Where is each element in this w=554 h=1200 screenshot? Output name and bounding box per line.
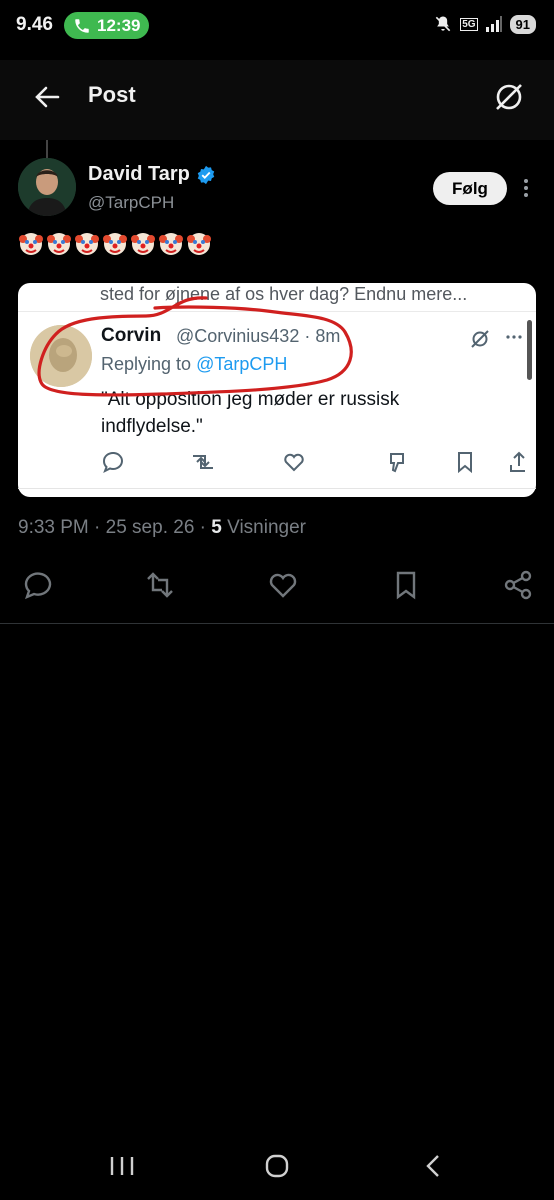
clown-emoji-icon [103, 233, 127, 255]
clown-emoji-icon [47, 233, 71, 255]
timestamp-text: 9:33 PM · 25 sep. 26 · [18, 517, 212, 538]
phone-icon [75, 18, 89, 33]
arrow-left-icon [35, 86, 60, 108]
author-name: David Tarp [88, 163, 190, 185]
embedded-retweet-icon [193, 455, 213, 469]
grok-icon[interactable] [492, 80, 526, 114]
status-clock: 9.46 [16, 14, 53, 35]
author-name-row[interactable]: David Tarp [88, 163, 216, 186]
clown-emoji-icon [131, 233, 155, 255]
embedded-reply-icon [102, 451, 123, 474]
embedded-grok-icon [471, 330, 489, 348]
nav-back-button[interactable] [424, 1154, 442, 1178]
clown-emoji-icon [187, 233, 211, 255]
retweet-icon[interactable] [144, 569, 176, 601]
embedded-bottom-divider [18, 488, 536, 489]
red-circle-annotation [37, 296, 353, 397]
post-text [18, 230, 212, 260]
like-icon[interactable] [267, 569, 299, 601]
network-type: 5G [460, 17, 478, 31]
post-action-bar [0, 563, 554, 607]
embedded-like-icon [284, 453, 304, 472]
verified-badge-icon [197, 165, 215, 184]
reply-icon[interactable] [22, 569, 54, 601]
back-button[interactable] [30, 82, 64, 112]
views-count: 5 [211, 517, 222, 538]
battery-level: 91 [509, 14, 536, 34]
header-bar [0, 60, 554, 140]
embedded-text-line-2: indflydelse." [101, 416, 203, 437]
recent-apps-button[interactable] [108, 1155, 136, 1177]
embedded-scrollbar [527, 320, 532, 380]
embedded-share-icon [510, 451, 525, 472]
mute-icon [435, 16, 451, 32]
embedded-bookmark-icon [458, 452, 472, 474]
follow-button[interactable]: Følg [433, 172, 507, 205]
embedded-downvote-icon [390, 453, 404, 473]
clown-emoji-icon [75, 233, 99, 255]
author-handle: @TarpCPH [88, 193, 175, 212]
divider [0, 623, 554, 624]
more-options-icon[interactable] [518, 176, 534, 200]
avatar[interactable] [18, 158, 76, 216]
home-button[interactable] [264, 1154, 290, 1178]
embedded-action-icons [102, 451, 525, 474]
clown-emoji-icon [19, 233, 43, 255]
page-title: Post [88, 82, 136, 107]
signal-icon [485, 16, 502, 32]
status-icons: 5G 91 [433, 14, 536, 34]
views-label: Visninger [221, 517, 306, 538]
share-icon[interactable] [502, 569, 534, 601]
clown-emoji-icon [159, 233, 183, 255]
ongoing-call-pill[interactable]: 12:39 [64, 12, 149, 39]
thread-line [46, 140, 48, 160]
post-timestamp: 9:33 PM · 25 sep. 26 · 5 Visninger [18, 517, 306, 539]
bookmark-icon[interactable] [390, 569, 422, 601]
embedded-more-icon [506, 335, 522, 339]
call-duration: 12:39 [97, 15, 141, 35]
